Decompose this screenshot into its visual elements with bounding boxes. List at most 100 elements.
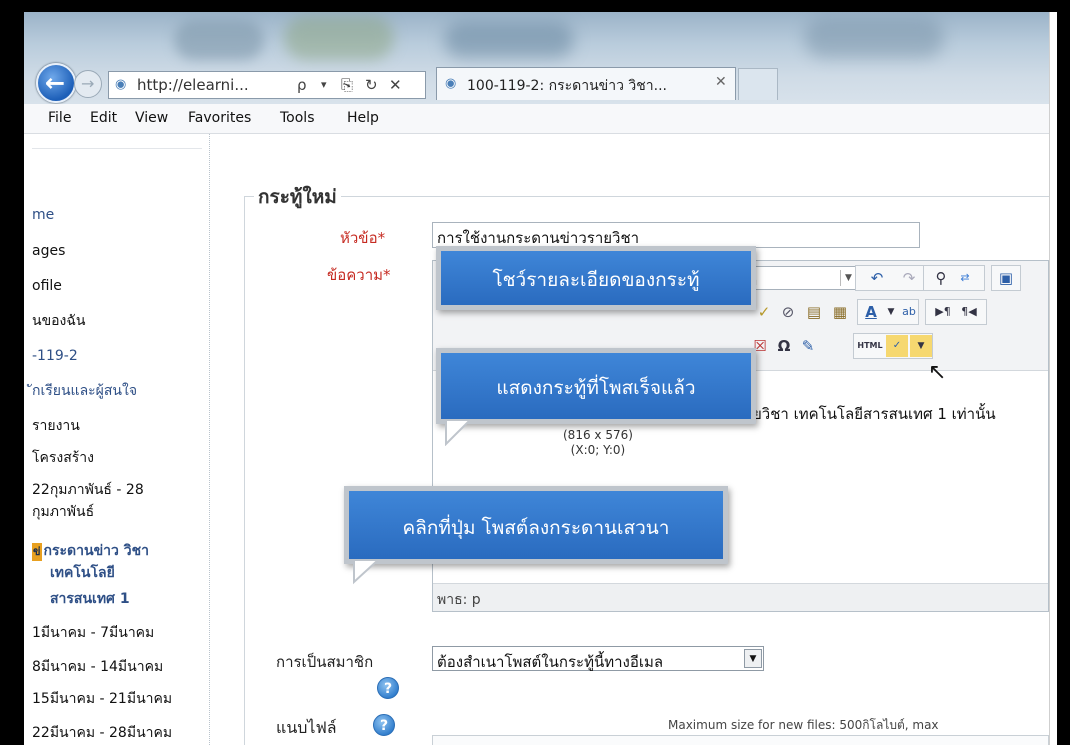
forum-icon: ข่ (32, 543, 42, 561)
edit-icon[interactable]: ✎ (797, 335, 819, 357)
capture-position: (X:0; Y:0) (570, 443, 626, 457)
chevron-down-icon[interactable]: ▼ (840, 270, 856, 286)
back-button[interactable]: ← (36, 63, 76, 103)
paste-word-icon[interactable]: ▦ (829, 301, 851, 323)
screen-capture-size-hint: (816 x 576) (X:0; Y:0) (563, 428, 633, 458)
window-scroll-edge (1049, 12, 1057, 745)
sidebar-item-week-3[interactable]: 15มีนาคม - 21มีนาคม (32, 690, 172, 708)
sidebar-item-structure[interactable]: โครงสร้าง (32, 449, 94, 467)
sidebar-item-home[interactable]: me (32, 206, 54, 224)
sidebar-item-participants[interactable]: ักเรียนและผู้สนใจ (32, 382, 137, 400)
undo-icon[interactable]: ↶ (866, 267, 888, 289)
chevron-down-icon[interactable]: ▼ (744, 649, 762, 668)
menu-tools[interactable]: Tools (280, 110, 315, 126)
menu-edit[interactable]: Edit (90, 110, 117, 126)
editor-path-bar: พาธ: p (433, 583, 1048, 611)
subject-label: หัวข้อ* (340, 229, 386, 247)
menu-help[interactable]: Help (347, 110, 379, 126)
site-icon: ◉ (115, 77, 127, 92)
subscription-select[interactable]: ต้องสำเนาโพสต์ในกระทู้นี้ทางอีเมล ▼ (432, 646, 764, 671)
chevron-down-icon[interactable]: ▼ (910, 335, 932, 357)
desktop-background-blur (804, 18, 944, 58)
screenshot-frame-left (0, 0, 24, 745)
clean-icon[interactable]: ✓ (753, 301, 775, 323)
compatibility-view-icon[interactable]: ⎘ (341, 75, 353, 95)
font-style-select[interactable]: ้า ▼ (743, 266, 859, 290)
subject-input[interactable]: การใช้งานกระดานข่าวรายวิชา (432, 222, 920, 248)
sidebar-item-course[interactable]: -119-2 (32, 347, 78, 365)
forward-button[interactable]: → (74, 70, 102, 98)
callout-text: คลิกที่ปุ่ม โพสต์ลงกระดานเสวนา (402, 517, 670, 539)
course-navigation-sidebar: me ages ofile นของฉัน -119-2 ักเรียนและผ… (24, 134, 210, 745)
tab-title: 100-119-2: กระดานข่าว วิชา... (467, 78, 667, 94)
find-icon[interactable]: ⚲ (930, 267, 952, 289)
sidebar-item-week-1[interactable]: 1มีนาคม - 7มีนาคม (32, 624, 154, 642)
sidebar-item-week-4[interactable]: 22มีนาคม - 28มีนาคม (32, 724, 172, 742)
find-replace-group: ⚲ ⇄ (923, 265, 985, 291)
callout-show-details: โชว์รายละเอียดของกระทู้ (436, 246, 756, 310)
sidebar-current-line1: กระดานข่าว วิชา (43, 543, 149, 559)
fieldset-border (244, 196, 1049, 197)
callout-click-post: คลิกที่ปุ่ม โพสต์ลงกระดานเสวนา (344, 486, 728, 564)
eraser-icon[interactable]: ⊘ (777, 301, 799, 323)
fullscreen-icon[interactable]: ▣ (995, 267, 1017, 289)
tab-close-icon[interactable]: ✕ (715, 74, 727, 90)
direction-group: ▶¶ ¶◀ (925, 299, 987, 325)
desktop-background-blur (444, 22, 574, 58)
refresh-icon[interactable]: ↻ (365, 75, 378, 95)
text-color-icon[interactable]: A (860, 301, 882, 323)
ltr-icon[interactable]: ▶¶ (932, 301, 954, 323)
redo-icon[interactable]: ↷ (898, 267, 920, 289)
menu-favorites[interactable]: Favorites (188, 110, 251, 126)
sidebar-item-pages[interactable]: ages (32, 242, 65, 260)
replace-icon[interactable]: ⇄ (954, 267, 976, 289)
callout-text: แสดงกระทู้ที่โพสเร็จแล้ว (496, 377, 696, 399)
sidebar-current-line3[interactable]: สารสนเทศ 1 (50, 590, 130, 608)
html-source-icon[interactable]: HTML (856, 335, 884, 357)
attachment-label: แนบไฟล์ (276, 718, 337, 737)
subscription-value: ต้องสำเนาโพสต์ในกระทู้นี้ทางอีเมล (437, 653, 664, 671)
form-legend: กระทู้ใหม่ (254, 182, 341, 212)
editor-content-text: ยวิชา เทคโนโลยีสารสนเทศ 1 เท่านั้น (753, 405, 996, 423)
callout-pointer (353, 560, 380, 585)
back-arrow-icon: ← (45, 69, 66, 97)
sidebar-item-profile[interactable]: ofile (32, 277, 62, 295)
sidebar-divider (32, 148, 202, 149)
highlight-color-icon[interactable]: ab (898, 301, 920, 323)
special-char-icon[interactable]: Ω (773, 335, 795, 357)
color-group: A ▼ ab (857, 299, 919, 325)
sidebar-item-week-feb-line2[interactable]: กุมภาพันธ์ (32, 503, 94, 521)
menu-view[interactable]: View (135, 110, 168, 126)
sidebar-item-week-feb-line1[interactable]: 22กุมภาพันธ์ - 28 (32, 481, 144, 499)
callout-pointer (445, 420, 472, 446)
dropdown-icon[interactable]: ▾ (321, 75, 327, 95)
forward-arrow-icon: → (81, 74, 95, 93)
search-icon[interactable]: ρ (297, 75, 307, 95)
browser-tab-active[interactable]: ◉ 100-119-2: กระดานข่าว วิชา... ✕ (436, 67, 736, 100)
address-bar[interactable]: ◉ http://elearni... ρ ▾ ⎘ ↻ ✕ (108, 71, 426, 99)
new-tab-button[interactable] (738, 68, 778, 100)
help-icon[interactable]: ? (377, 677, 399, 699)
sidebar-item-news-forum[interactable]: ข่ กระดานข่าว วิชา (32, 542, 149, 561)
sidebar-item-reports[interactable]: รายงาน (32, 417, 80, 435)
message-label: ข้อความ* (327, 266, 391, 284)
rtl-icon[interactable]: ¶◀ (958, 301, 980, 323)
help-icon[interactable]: ? (373, 714, 395, 736)
sidebar-item-week-2[interactable]: 8มีนาคม - 14มีนาคม (32, 658, 163, 676)
undo-redo-group: ↶ ↷ (855, 265, 931, 291)
editor-path-text: พาธ: p (437, 592, 481, 608)
stop-icon[interactable]: ✕ (389, 75, 402, 95)
sidebar-item-my-courses[interactable]: นของฉัน (32, 312, 86, 330)
sidebar-current-line2[interactable]: เทคโนโลยี (50, 564, 115, 582)
file-picker-area[interactable] (432, 735, 1049, 745)
address-url[interactable]: http://elearni... (137, 76, 249, 94)
spellcheck-icon[interactable]: ✓ (886, 335, 908, 357)
desktop-background-blur (284, 16, 394, 60)
screenshot-frame-top (0, 0, 1070, 12)
fullscreen-group: ▣ (991, 265, 1021, 291)
paste-text-icon[interactable]: ▤ (803, 301, 825, 323)
capture-size: (816 x 576) (563, 428, 633, 442)
fieldset-border (244, 196, 245, 745)
callout-show-posted: แสดงกระทู้ที่โพสเร็จแล้ว (436, 348, 756, 424)
menu-file[interactable]: File (48, 110, 71, 126)
